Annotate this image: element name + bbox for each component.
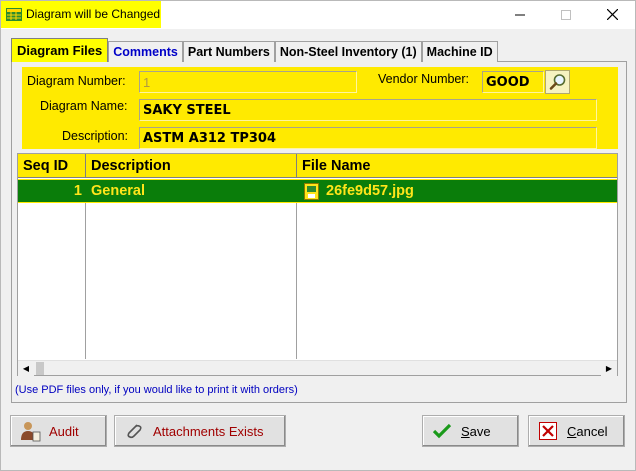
scroll-left-arrow[interactable]: ◀: [18, 361, 34, 376]
file-icon: [304, 183, 319, 200]
audit-button[interactable]: Audit: [10, 415, 107, 447]
cell-file-name: 26fe9d57.jpg: [326, 183, 414, 199]
audit-person-icon: [19, 420, 41, 442]
save-button-label: Save: [461, 423, 491, 439]
tab-comments[interactable]: Comments: [108, 41, 183, 62]
vendor-number-field[interactable]: GOOD: [482, 71, 544, 93]
description-field[interactable]: ASTM A312 TP304: [139, 127, 597, 149]
cancel-button-label: Cancel: [567, 423, 608, 439]
diagram-number-field[interactable]: 1: [139, 71, 357, 93]
window-title: Diagram will be Changed: [26, 7, 161, 21]
cell-description: General: [91, 183, 145, 199]
files-grid[interactable]: Seq ID Description File Name 1 General 2…: [17, 153, 618, 376]
cancel-button[interactable]: Cancel: [528, 415, 625, 447]
column-divider: [296, 203, 297, 359]
pdf-hint-text: (Use PDF files only, if you would like t…: [15, 384, 298, 396]
scroll-right-arrow[interactable]: ▶: [601, 361, 617, 376]
grid-header: Seq ID Description File Name: [18, 154, 617, 178]
magnifier-icon: [549, 74, 565, 90]
column-divider: [85, 203, 86, 359]
close-button[interactable]: [589, 1, 635, 28]
minimize-button[interactable]: [497, 1, 543, 28]
audit-button-label: Audit: [49, 423, 79, 439]
horizontal-scrollbar[interactable]: ◀ ▶: [18, 360, 617, 376]
tab-machine-id[interactable]: Machine ID: [421, 41, 498, 62]
column-header-description[interactable]: Description: [86, 154, 297, 178]
close-icon: [606, 9, 618, 20]
paperclip-icon: [123, 420, 145, 442]
minimize-icon: [515, 14, 525, 15]
scroll-thumb[interactable]: [36, 362, 44, 375]
app-grid-icon: [6, 8, 22, 21]
checkmark-icon: [431, 420, 453, 442]
cancel-x-icon: [537, 420, 559, 442]
description-label: Description:: [62, 129, 128, 143]
column-header-file-name[interactable]: File Name: [297, 154, 617, 178]
diagram-name-label: Diagram Name:: [40, 99, 128, 113]
vendor-search-button[interactable]: [545, 70, 570, 94]
cell-seq-id: 1: [73, 183, 82, 199]
maximize-icon: [561, 9, 571, 20]
save-button[interactable]: Save: [422, 415, 519, 447]
table-row[interactable]: 1 General 26fe9d57.jpg: [18, 179, 617, 203]
diagram-name-field[interactable]: SAKY STEEL: [139, 99, 597, 121]
tab-diagram-files[interactable]: Diagram Files: [11, 38, 109, 62]
vendor-number-label: Vendor Number:: [378, 72, 470, 86]
tab-non-steel-inventory[interactable]: Non-Steel Inventory (1): [274, 41, 422, 62]
attachments-button[interactable]: Attachments Exists: [114, 415, 286, 447]
title-bar: Diagram will be Changed: [1, 1, 635, 29]
diagram-number-label: Diagram Number:: [27, 74, 126, 88]
dialog-window: Diagram will be Changed Diagram Files Co…: [0, 0, 636, 471]
tab-strip: Diagram Files Comments Part Numbers Non-…: [11, 38, 498, 62]
attachments-button-label: Attachments Exists: [153, 423, 264, 439]
maximize-button[interactable]: [543, 1, 589, 28]
column-header-seq-id[interactable]: Seq ID: [18, 154, 86, 178]
tab-part-numbers[interactable]: Part Numbers: [182, 41, 275, 62]
